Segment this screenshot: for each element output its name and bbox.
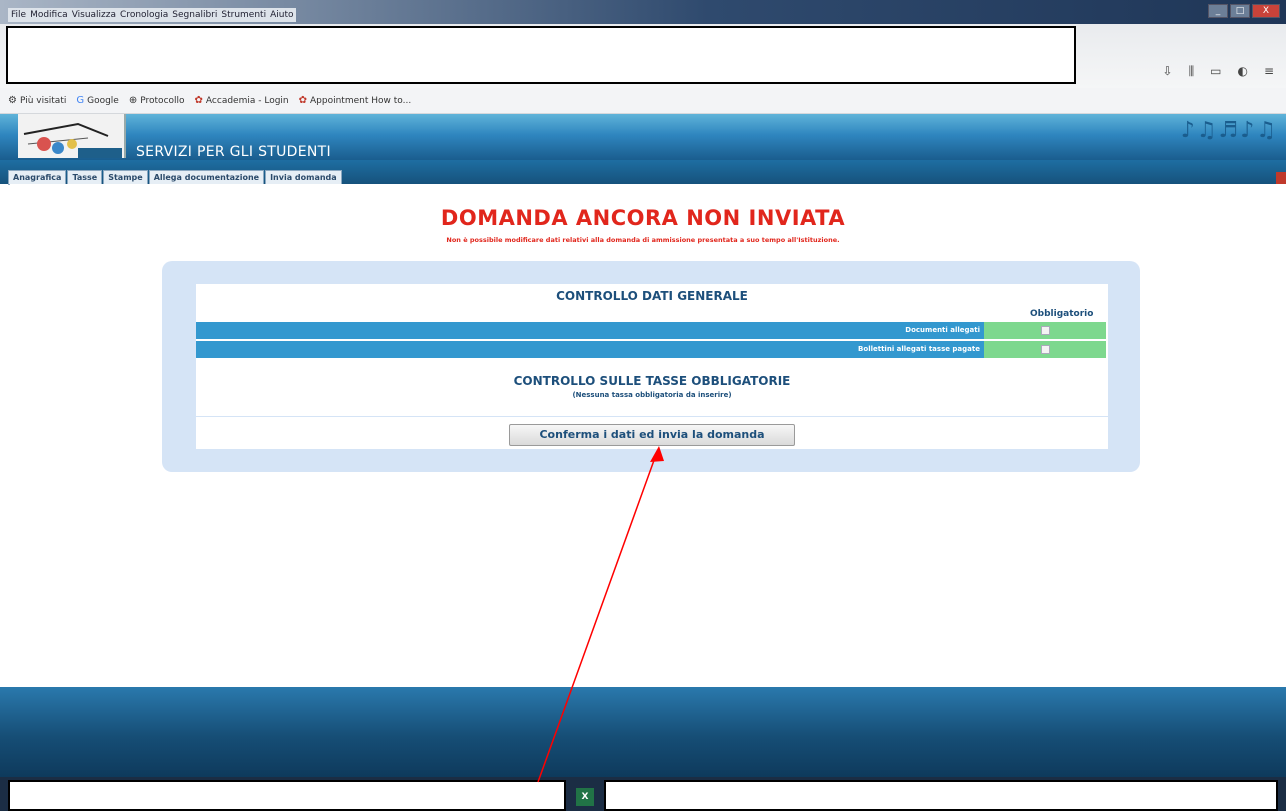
- annotation-arrow: [537, 446, 664, 783]
